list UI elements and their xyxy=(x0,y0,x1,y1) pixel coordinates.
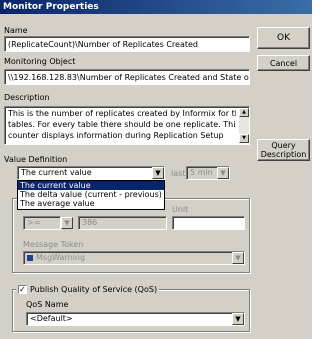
option-average-value[interactable]: The average value xyxy=(18,199,164,208)
last-dropdown-icon[interactable]: ▼ xyxy=(217,167,229,179)
value-definition-label: Value Definition xyxy=(4,155,68,164)
description-scrollbar[interactable]: ▲ ▼ xyxy=(239,108,249,143)
description-label: Description xyxy=(4,93,50,102)
cancel-button[interactable]: Cancel xyxy=(257,55,310,71)
value-definition-select[interactable]: The current value xyxy=(17,166,165,180)
operator-dropdown-icon[interactable]: ▼ xyxy=(61,217,73,229)
name-label: Name xyxy=(4,26,28,35)
message-token-select[interactable]: MsgWarning xyxy=(23,251,245,265)
monitoring-object-field[interactable]: \\192.168.128.83\Number of Replicates Cr… xyxy=(4,69,250,85)
background-strip xyxy=(312,0,322,339)
qos-name-label: QoS Name xyxy=(26,300,69,309)
option-current-value[interactable]: The current value xyxy=(18,181,164,190)
value-definition-options-list[interactable]: The current value The delta value (curre… xyxy=(17,180,165,210)
name-field[interactable]: (ReplicateCount)\Number of Replicates Cr… xyxy=(4,36,250,52)
description-textarea[interactable]: This is the number of replicates created… xyxy=(4,106,250,145)
qos-checkbox-label[interactable]: Publish Quality of Service (QoS) xyxy=(30,285,157,294)
monitoring-object-label: Monitoring Object xyxy=(4,57,76,66)
option-delta-value[interactable]: The delta value (current - previous) xyxy=(18,190,164,199)
scroll-down-icon[interactable]: ▼ xyxy=(239,134,249,143)
description-line: counter displays information during Repl… xyxy=(8,131,224,140)
message-token-value: MsgWarning xyxy=(36,253,86,262)
query-description-button[interactable]: Query Description xyxy=(257,139,310,161)
description-line: tables. For every table there should be … xyxy=(8,120,236,129)
scroll-up-icon[interactable]: ▲ xyxy=(239,108,249,117)
operator-select[interactable]: >= xyxy=(23,216,61,230)
unit-label: Unit xyxy=(172,205,189,214)
unit-field[interactable] xyxy=(172,216,245,230)
description-line: This is the number of replicates created… xyxy=(8,109,236,118)
qos-checkbox-row[interactable]: ✓ Publish Quality of Service (QoS) xyxy=(16,283,160,295)
msg-token-icon xyxy=(27,254,33,261)
qos-name-select[interactable]: <Default> xyxy=(26,312,245,326)
message-token-label: Message Token xyxy=(23,240,84,249)
qos-checkbox[interactable]: ✓ xyxy=(18,284,27,294)
threshold-value-field[interactable]: 386 xyxy=(78,216,167,230)
monitor-properties-dialog: Monitor Properties Name (ReplicateCount)… xyxy=(0,0,312,339)
ok-button[interactable]: OK xyxy=(257,27,310,49)
qos-dropdown-icon[interactable]: ▼ xyxy=(232,313,244,325)
message-token-dropdown-icon[interactable]: ▼ xyxy=(232,252,244,264)
value-definition-dropdown-icon[interactable]: ▼ xyxy=(152,167,164,179)
window-title: Monitor Properties xyxy=(0,0,312,14)
last-label: last xyxy=(171,169,186,178)
